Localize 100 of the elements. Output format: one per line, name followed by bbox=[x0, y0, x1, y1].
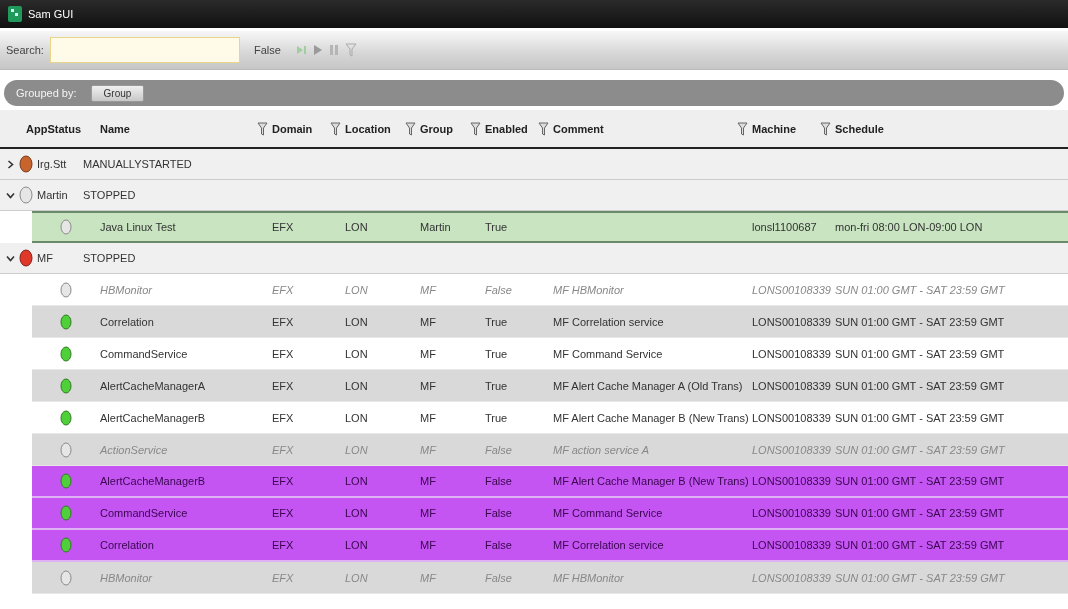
name-cell: Java Linux Test bbox=[100, 221, 176, 233]
machine-cell: LONS00108339 bbox=[752, 507, 831, 519]
chevron-right-icon[interactable] bbox=[6, 159, 15, 169]
comment-cell: MF action service A bbox=[553, 443, 649, 456]
location-cell: LON bbox=[345, 443, 368, 456]
column-header[interactable]: Location bbox=[345, 122, 405, 135]
enabled-cell: True bbox=[485, 315, 508, 328]
comment-cell: MF Alert Cache Manager B (New Trans) bbox=[553, 475, 749, 487]
comment-cell: MF HBMonitor bbox=[553, 571, 624, 584]
location-cell: LON bbox=[345, 475, 368, 487]
filter-icon[interactable] bbox=[737, 121, 748, 136]
schedule-cell: SUN 01:00 GMT - SAT 23:59 GMT bbox=[835, 379, 1005, 392]
group-row[interactable]: MF STOPPED bbox=[0, 243, 1068, 274]
filter-icon[interactable] bbox=[257, 121, 268, 136]
enabled-cell: True bbox=[485, 221, 508, 233]
group-cell: Martin bbox=[420, 221, 451, 233]
group-row[interactable]: Irg.Stt MANUALLYSTARTED bbox=[0, 149, 1068, 180]
enabled-cell: True bbox=[485, 411, 508, 424]
name-cell: HBMonitor bbox=[100, 571, 152, 584]
column-header[interactable]: Schedule bbox=[835, 122, 884, 135]
enabled-cell: False bbox=[485, 507, 512, 519]
location-cell: LON bbox=[345, 221, 368, 233]
enabled-cell: False bbox=[485, 539, 512, 551]
filter-icon[interactable] bbox=[330, 121, 341, 136]
enabled-cell: False bbox=[485, 443, 512, 456]
schedule-cell: SUN 01:00 GMT - SAT 23:59 GMT bbox=[835, 443, 1005, 456]
domain-cell: EFX bbox=[272, 221, 294, 233]
chevron-down-icon[interactable] bbox=[6, 190, 15, 200]
group-cell: MF bbox=[420, 315, 436, 328]
enabled-cell: False bbox=[485, 475, 512, 487]
machine-cell: LONS00108339 bbox=[752, 347, 831, 360]
group-name: Martin bbox=[37, 189, 69, 201]
column-header[interactable]: Name bbox=[100, 122, 257, 135]
group-row[interactable]: Martin STOPPED bbox=[0, 180, 1068, 211]
column-header[interactable]: Machine bbox=[752, 122, 820, 135]
location-cell: LON bbox=[345, 539, 368, 551]
table-row[interactable]: Java Linux Test EFX LON Martin True lonsl1100687 mon-fri 08:00 LON-09:00 LON bbox=[32, 211, 1068, 243]
name-cell: Correlation bbox=[100, 539, 154, 551]
table-row[interactable]: CommandService EFX LON MF False MF Command Service LONS00108339 SUN 01:00 GMT - SAT 23:59 GMT bbox=[32, 498, 1068, 530]
column-header[interactable]: Comment bbox=[553, 122, 737, 135]
group-name: Irg.Stt bbox=[37, 158, 68, 170]
enabled-cell: False bbox=[485, 571, 512, 584]
domain-cell: EFX bbox=[272, 443, 294, 456]
group-cell: MF bbox=[420, 539, 436, 551]
schedule-cell: SUN 01:00 GMT - SAT 23:59 GMT bbox=[835, 539, 1005, 551]
domain-cell: EFX bbox=[272, 283, 294, 296]
column-header[interactable]: Group bbox=[420, 122, 470, 135]
name-cell: AlertCacheManagerB bbox=[100, 475, 206, 487]
column-header[interactable]: Enabled bbox=[485, 122, 538, 135]
group-cell: MF bbox=[420, 507, 436, 519]
schedule-cell: mon-fri 08:00 LON-09:00 LON bbox=[835, 221, 983, 233]
search-field[interactable] bbox=[49, 37, 240, 63]
schedule-cell: SUN 01:00 GMT - SAT 23:59 GMT bbox=[835, 283, 1005, 296]
group-cell: MF bbox=[420, 571, 436, 584]
table-row[interactable]: AlertCacheManagerA EFX LON MF True MF Alert Cache Manager A (Old Trans) LONS00108339 SUN 01:00 GMT - SAT 23:59 GMT bbox=[32, 370, 1068, 402]
name-cell: CommandService bbox=[100, 507, 188, 519]
group-state: STOPPED bbox=[83, 189, 136, 201]
app-icon bbox=[8, 6, 22, 22]
name-cell: ActionService bbox=[100, 443, 168, 456]
group-state: STOPPED bbox=[83, 252, 136, 264]
schedule-cell: SUN 01:00 GMT - SAT 23:59 GMT bbox=[835, 411, 1005, 424]
schedule-cell: SUN 01:00 GMT - SAT 23:59 GMT bbox=[835, 315, 1005, 328]
table-row[interactable]: AlertCacheManagerB EFX LON MF False MF Alert Cache Manager B (New Trans) LONS00108339 SUN 01:00 GMT - SAT 23:59 GMT bbox=[32, 466, 1068, 498]
group-cell: MF bbox=[420, 443, 436, 456]
table-row[interactable]: Correlation EFX LON MF True MF Correlation service LONS00108339 SUN 01:00 GMT - SAT 23:59 GMT bbox=[32, 306, 1068, 338]
machine-cell: LONS00108339 bbox=[752, 283, 831, 296]
search-label: Search: bbox=[6, 44, 44, 56]
toggle-label: False bbox=[253, 44, 281, 56]
comment-cell: MF Correlation service bbox=[553, 539, 664, 551]
domain-cell: EFX bbox=[272, 411, 294, 424]
filter-icon[interactable] bbox=[405, 121, 416, 136]
table-row[interactable]: Correlation EFX LON MF False MF Correlation service LONS00108339 SUN 01:00 GMT - SAT 23:59 GMT bbox=[32, 530, 1068, 562]
group-state: MANUALLYSTARTED bbox=[83, 158, 192, 170]
location-cell: LON bbox=[345, 507, 368, 519]
comment-cell: MF Command Service bbox=[553, 347, 663, 360]
machine-cell: lonsl1100687 bbox=[752, 221, 817, 233]
grouped-by-label: Grouped by: bbox=[16, 87, 77, 99]
location-cell: LON bbox=[345, 347, 368, 360]
domain-cell: EFX bbox=[272, 347, 294, 360]
machine-cell: LONS00108339 bbox=[752, 379, 831, 392]
name-cell: HBMonitor bbox=[100, 283, 152, 296]
machine-cell: LONS00108339 bbox=[752, 475, 831, 487]
machine-cell: LONS00108339 bbox=[752, 539, 831, 551]
comment-cell: MF Alert Cache Manager B (New Trans) bbox=[553, 411, 749, 424]
group-chip[interactable]: Group bbox=[90, 84, 145, 102]
enabled-cell: False bbox=[485, 283, 512, 296]
enabled-cell: True bbox=[485, 379, 508, 392]
filter-icon[interactable] bbox=[538, 121, 549, 136]
comment-cell: MF Correlation service bbox=[553, 315, 664, 328]
location-cell: LON bbox=[345, 283, 368, 296]
chevron-down-icon[interactable] bbox=[6, 253, 15, 263]
comment-cell: MF Alert Cache Manager A (Old Trans) bbox=[553, 379, 743, 392]
name-cell: Correlation bbox=[100, 315, 154, 328]
domain-cell: EFX bbox=[272, 571, 294, 584]
comment-cell: MF Command Service bbox=[553, 507, 663, 519]
filter-icon[interactable] bbox=[820, 121, 831, 136]
column-header[interactable]: AppStatus bbox=[26, 122, 81, 135]
column-header[interactable]: Domain bbox=[272, 122, 330, 135]
group-name: MF bbox=[37, 252, 54, 264]
filter-icon[interactable] bbox=[470, 121, 481, 136]
